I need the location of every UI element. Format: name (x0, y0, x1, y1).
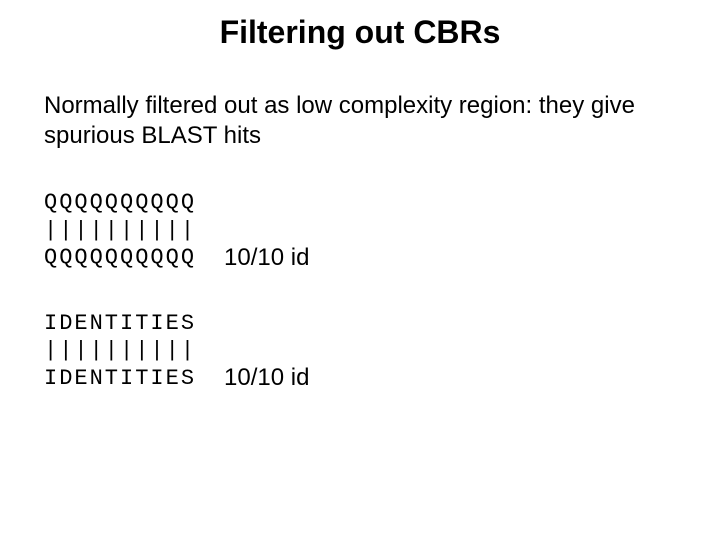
alignment-block-2: IDENTITIES |||||||||| IDENTITIES 10/10 i… (0, 310, 720, 393)
slide-title: Filtering out CBRs (0, 0, 720, 91)
slide-subtitle: Normally filtered out as low complexity … (0, 91, 720, 151)
alignment-match: |||||||||| (44, 338, 196, 363)
alignment-block-1: QQQQQQQQQQ |||||||||| QQQQQQQQQQ 10/10 i… (0, 189, 720, 272)
alignment-score-1: 10/10 id (224, 244, 309, 272)
alignment-match: |||||||||| (44, 218, 196, 243)
alignment-seq2: IDENTITIES (44, 366, 196, 391)
alignment-seq1: IDENTITIES (44, 311, 196, 336)
alignment-lines-1: QQQQQQQQQQ |||||||||| QQQQQQQQQQ (44, 189, 196, 272)
alignment-seq1: QQQQQQQQQQ (44, 190, 196, 215)
alignment-lines-2: IDENTITIES |||||||||| IDENTITIES (44, 310, 196, 393)
alignment-score-2: 10/10 id (224, 364, 309, 392)
alignment-seq2: QQQQQQQQQQ (44, 245, 196, 270)
